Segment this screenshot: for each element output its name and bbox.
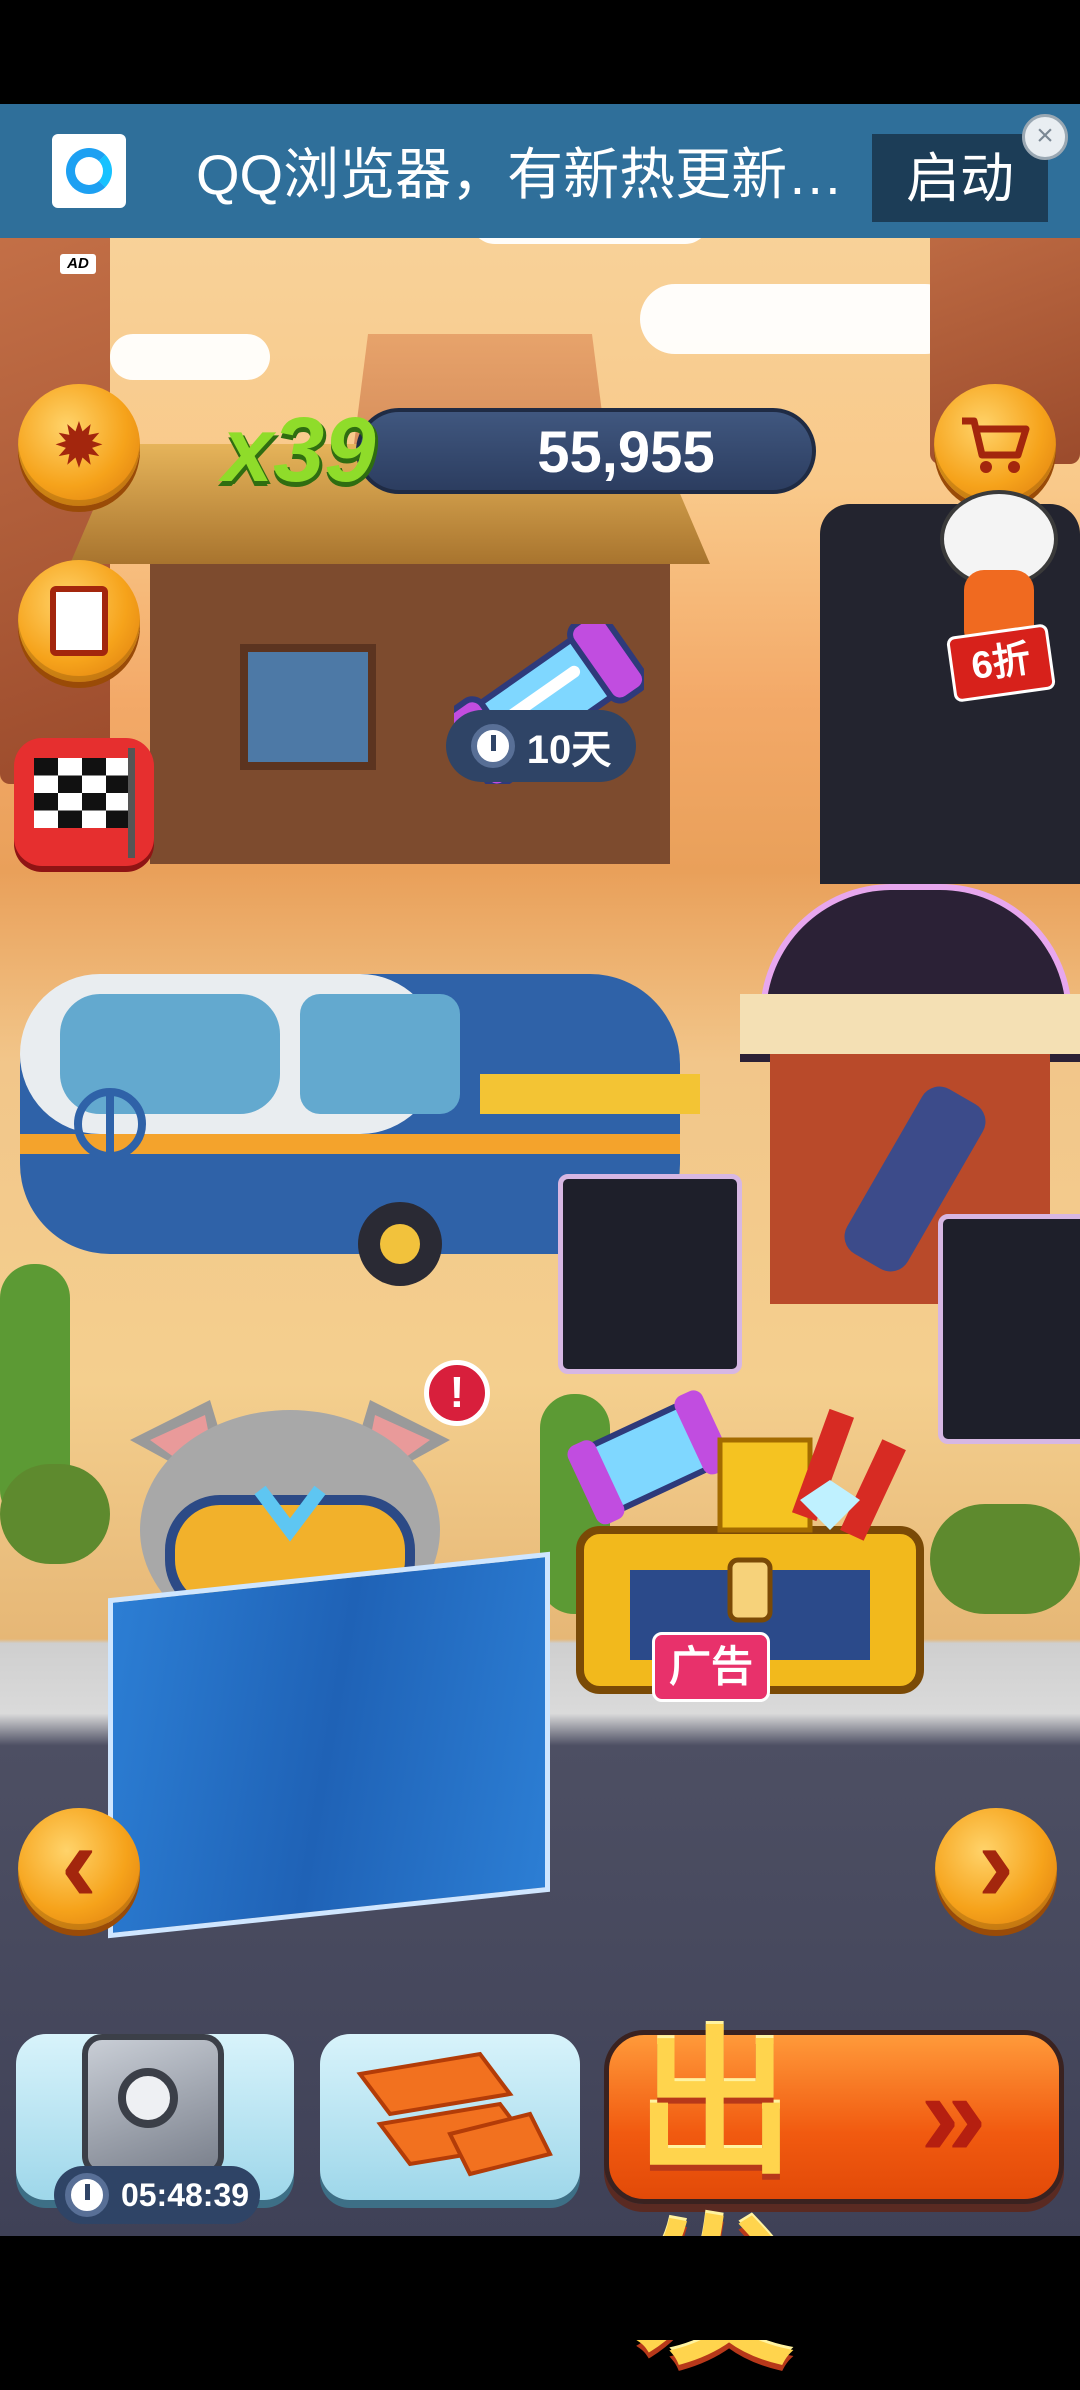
double-chevron-right-icon: » (920, 2048, 987, 2182)
hut-window (240, 644, 376, 770)
cloud (640, 284, 960, 354)
clock-icon (64, 2173, 109, 2217)
status-bar-top (0, 0, 1080, 104)
score-multiplier: x39 (222, 399, 376, 501)
safe-icon (82, 2034, 224, 2176)
ad-close-icon[interactable]: × (1022, 114, 1068, 160)
booster-timer-text: 10天 (526, 728, 612, 772)
alert-badge[interactable]: ! (424, 1360, 490, 1426)
newspaper (108, 1551, 550, 1939)
settings-button[interactable]: ✹ (18, 384, 140, 506)
go-button-label[interactable]: 出发 (636, 2010, 936, 2383)
bush (930, 1504, 1080, 1614)
checkered-flag-icon (34, 748, 135, 858)
booster-timer: 10天 (446, 710, 636, 782)
missions-button[interactable] (18, 560, 140, 682)
qq-browser-logo[interactable] (52, 134, 126, 208)
ad-tag: AD (60, 254, 96, 274)
chevron-left-icon: ‹ (60, 1802, 98, 1925)
speaker (558, 1174, 742, 1374)
cloud (110, 334, 270, 380)
coin-count: 55,955 (537, 420, 715, 485)
next-outfit-button[interactable]: › (935, 1808, 1057, 1930)
cart-icon (962, 417, 1030, 473)
clock-icon (470, 724, 515, 768)
speaker (938, 1214, 1080, 1444)
safe-timer: 05:48:39 (54, 2166, 260, 2224)
prev-outfit-button[interactable]: ‹ (18, 1808, 140, 1930)
discount-badge[interactable]: 6折 (945, 623, 1057, 703)
chevron-right-icon: › (977, 1802, 1015, 1925)
ad-app-name[interactable]: QQ浏览器，有新热更新… (196, 140, 856, 210)
navigation-bar-bottom (0, 2236, 1080, 2340)
ad-launch-button[interactable]: 启动 (872, 134, 1048, 222)
bricks-icon (356, 2051, 553, 2177)
safe-timer-text: 05:48:39 (120, 2176, 250, 2213)
gear-icon: ✹ (53, 411, 105, 481)
clipboard-icon (50, 586, 108, 656)
ad-chest-label[interactable]: 广告 (652, 1632, 770, 1702)
upgrade-bricks-button[interactable] (320, 2034, 580, 2200)
race-flag-button[interactable] (14, 738, 154, 866)
